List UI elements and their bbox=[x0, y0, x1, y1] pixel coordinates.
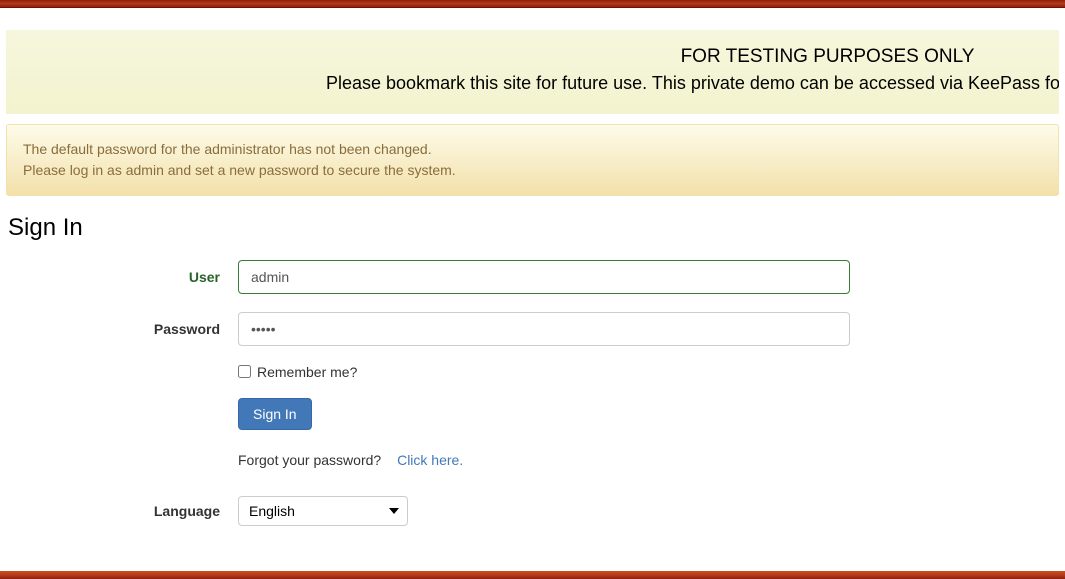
user-label: User bbox=[8, 269, 238, 285]
testing-banner: FOR TESTING PURPOSES ONLY Please bookmar… bbox=[6, 30, 1059, 114]
bottom-accent-bar bbox=[0, 571, 1065, 579]
page-title: Sign In bbox=[8, 214, 1065, 242]
remember-checkbox[interactable] bbox=[238, 365, 251, 378]
top-accent-bar bbox=[0, 0, 1065, 8]
signin-button[interactable]: Sign In bbox=[238, 398, 312, 430]
testing-banner-line2: Please bookmark this site for future use… bbox=[26, 71, 1039, 96]
user-input[interactable] bbox=[238, 260, 850, 294]
password-input[interactable] bbox=[238, 312, 850, 346]
forgot-link[interactable]: Click here. bbox=[397, 452, 463, 468]
signin-form: User Password Remember me? Sign In Forgo… bbox=[0, 260, 1065, 574]
remember-label[interactable]: Remember me? bbox=[257, 364, 357, 380]
language-select[interactable]: English bbox=[238, 496, 408, 526]
testing-banner-line1: FOR TESTING PURPOSES ONLY bbox=[26, 44, 1039, 71]
warning-line2: Please log in as admin and set a new pas… bbox=[23, 160, 1042, 181]
forgot-text: Forgot your password? bbox=[238, 452, 381, 468]
password-label: Password bbox=[8, 321, 238, 337]
language-label: Language bbox=[8, 503, 238, 519]
warning-banner: The default password for the administrat… bbox=[6, 124, 1059, 196]
warning-line1: The default password for the administrat… bbox=[23, 139, 1042, 160]
